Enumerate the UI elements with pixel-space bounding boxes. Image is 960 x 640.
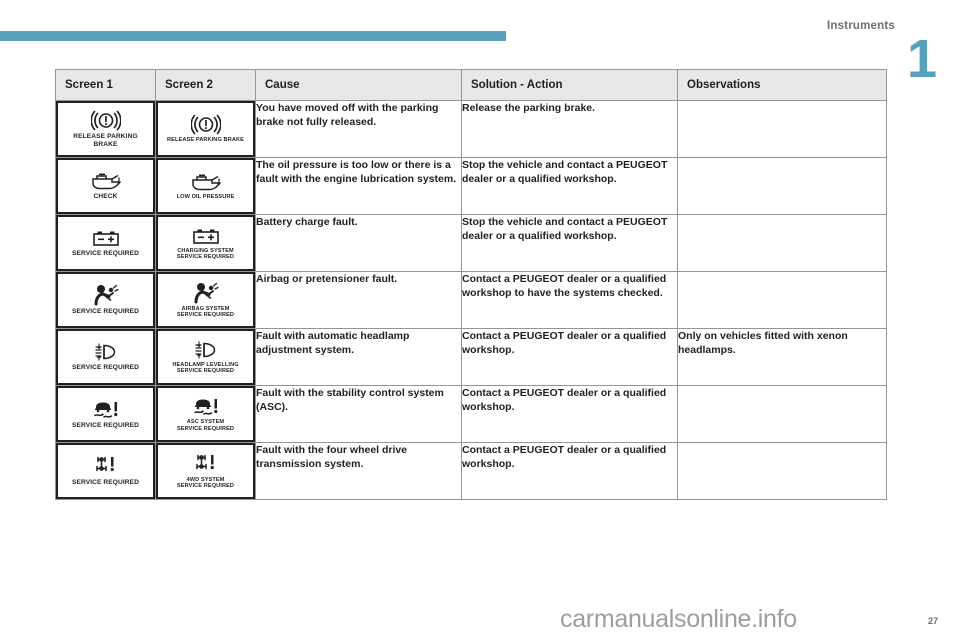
headlamp-levelling-icon [192, 340, 220, 360]
page-number: 27 [927, 616, 938, 626]
cell-solution-action: Stop the vehicle and contact a PEUGEOT d… [461, 157, 678, 215]
airbag-icon [93, 284, 119, 306]
cell-screen-1: SERVICE REQUIRED [55, 442, 156, 500]
warning-pictogram-tile: HEADLAMP LEVELLING SERVICE REQUIRED [156, 329, 255, 385]
cell-screen-2: AIRBAG SYSTEM SERVICE REQUIRED [155, 271, 256, 329]
table-row: RELEASE PARKING BRAKE RELEASE PARKING BR… [55, 100, 887, 158]
cell-cause: Fault with automatic headlamp adjustment… [255, 328, 462, 386]
table-body: RELEASE PARKING BRAKE RELEASE PARKING BR… [55, 100, 887, 500]
cell-solution-action: Release the parking brake. [461, 100, 678, 158]
battery-icon [191, 226, 221, 246]
cell-observations [677, 442, 887, 500]
warning-pictogram-tile: SERVICE REQUIRED [56, 215, 155, 271]
cell-screen-1: SERVICE REQUIRED [55, 385, 156, 443]
pictogram-label: CHARGING SYSTEM SERVICE REQUIRED [176, 247, 235, 260]
column-header-observations: Observations [677, 69, 887, 101]
cell-solution-action: Contact a PEUGEOT dealer or a qualified … [461, 385, 678, 443]
cell-cause: Fault with the four wheel drive transmis… [255, 442, 462, 500]
column-header-cause: Cause [255, 69, 462, 101]
cell-screen-1: RELEASE PARKING BRAKE [55, 100, 156, 158]
site-watermark: carmanualsonline.info [560, 605, 797, 633]
cell-screen-1: SERVICE REQUIRED [55, 328, 156, 386]
pictogram-label: CHECK [93, 193, 118, 201]
pictogram-label: SERVICE REQUIRED [71, 364, 140, 372]
pictogram-label: SERVICE REQUIRED [71, 421, 140, 429]
pictogram-label: HEADLAMP LEVELLING SERVICE REQUIRED [172, 361, 239, 374]
warning-pictogram-tile: ASC SYSTEM SERVICE REQUIRED [156, 386, 255, 442]
pictogram-label: 4WD SYSTEM SERVICE REQUIRED [176, 476, 235, 489]
cell-observations [677, 157, 887, 215]
page-title: Instruments [826, 20, 895, 32]
warning-pictogram-tile: CHARGING SYSTEM SERVICE REQUIRED [156, 215, 255, 271]
cell-cause: Fault with the stability control system … [255, 385, 462, 443]
cell-screen-1: SERVICE REQUIRED [55, 214, 156, 272]
warning-pictogram-tile: RELEASE PARKING BRAKE [56, 101, 155, 157]
cell-cause: Airbag or pretensioner fault. [255, 271, 462, 329]
table-row: SERVICE REQUIRED 4WD SYSTEM SERVICE REQU… [55, 442, 887, 500]
warning-pictogram-tile: 4WD SYSTEM SERVICE REQUIRED [156, 443, 255, 499]
warning-messages-table-wrapper: Screen 1 Screen 2 Cause Solution - Actio… [55, 69, 887, 500]
cell-cause: The oil pressure is too low or there is … [255, 157, 462, 215]
cell-screen-1: SERVICE REQUIRED [55, 271, 156, 329]
cell-screen-2: CHARGING SYSTEM SERVICE REQUIRED [155, 214, 256, 272]
battery-icon [91, 228, 121, 248]
pictogram-label: AIRBAG SYSTEM SERVICE REQUIRED [176, 305, 235, 318]
cell-observations [677, 385, 887, 443]
cell-screen-1: CHECK [55, 157, 156, 215]
cell-screen-2: HEADLAMP LEVELLING SERVICE REQUIRED [155, 328, 256, 386]
column-header-solution-action: Solution - Action [461, 69, 678, 101]
table-header-row: Screen 1 Screen 2 Cause Solution - Actio… [55, 69, 887, 101]
cell-screen-2: LOW OIL PRESSURE [155, 157, 256, 215]
four-wheel-drive-icon [192, 453, 220, 475]
cell-solution-action: Contact a PEUGEOT dealer or a qualified … [461, 328, 678, 386]
pictogram-label: SERVICE REQUIRED [71, 308, 140, 316]
table-row: SERVICE REQUIRED AIRBAG SYSTEM SERVICE R… [55, 271, 887, 329]
warning-pictogram-tile: SERVICE REQUIRED [56, 329, 155, 385]
chapter-number-tab: 1 [906, 29, 938, 89]
column-header-screen-2: Screen 2 [155, 69, 256, 101]
parking-brake-icon [90, 110, 121, 131]
cell-screen-2: RELEASE PARKING BRAKE [155, 100, 256, 158]
stability-control-icon [91, 399, 121, 420]
cell-screen-2: 4WD SYSTEM SERVICE REQUIRED [155, 442, 256, 500]
warning-pictogram-tile: LOW OIL PRESSURE [156, 158, 255, 214]
stability-control-icon [191, 396, 221, 417]
warning-pictogram-tile: SERVICE REQUIRED [56, 443, 155, 499]
oil-can-icon [189, 172, 223, 192]
warning-pictogram-tile: CHECK [56, 158, 155, 214]
table-row: SERVICE REQUIRED CHARGING SYSTEM SERVICE… [55, 214, 887, 272]
warning-pictogram-tile: RELEASE PARKING BRAKE [156, 101, 255, 157]
pictogram-label: RELEASE PARKING BRAKE [167, 137, 244, 144]
pictogram-label: SERVICE REQUIRED [71, 479, 140, 487]
table-row: CHECK LOW OIL PRESSURE The oil pressure i… [55, 157, 887, 215]
warning-pictogram-tile: AIRBAG SYSTEM SERVICE REQUIRED [156, 272, 255, 328]
pictogram-label: ASC SYSTEM SERVICE REQUIRED [176, 419, 235, 432]
cell-screen-2: ASC SYSTEM SERVICE REQUIRED [155, 385, 256, 443]
cell-solution-action: Contact a PEUGEOT dealer or a qualified … [461, 271, 678, 329]
pictogram-label: LOW OIL PRESSURE [176, 193, 235, 200]
warning-pictogram-tile: SERVICE REQUIRED [56, 272, 155, 328]
headlamp-levelling-icon [92, 342, 120, 362]
warning-messages-table: Screen 1 Screen 2 Cause Solution - Actio… [55, 69, 887, 500]
table-row: SERVICE REQUIRED HEADLAMP LEVELLING SERV… [55, 328, 887, 386]
column-header-screen-1: Screen 1 [55, 69, 156, 101]
pictogram-label: SERVICE REQUIRED [71, 250, 140, 258]
cell-cause: Battery charge fault. [255, 214, 462, 272]
pictogram-label: RELEASE PARKING BRAKE [73, 132, 138, 148]
oil-can-icon [89, 171, 123, 191]
cell-solution-action: Contact a PEUGEOT dealer or a qualified … [461, 442, 678, 500]
four-wheel-drive-icon [92, 455, 120, 477]
cell-observations [677, 100, 887, 158]
cell-observations [677, 271, 887, 329]
parking-brake-icon [190, 114, 221, 135]
table-row: SERVICE REQUIRED ASC SYSTEM SERVICE REQU… [55, 385, 887, 443]
cell-observations: Only on vehicles fitted with xenon headl… [677, 328, 887, 386]
header-accent-band [0, 31, 506, 41]
cell-cause: You have moved off with the parking brak… [255, 100, 462, 158]
warning-pictogram-tile: SERVICE REQUIRED [56, 386, 155, 442]
cell-solution-action: Stop the vehicle and contact a PEUGEOT d… [461, 214, 678, 272]
cell-observations [677, 214, 887, 272]
airbag-icon [193, 282, 219, 304]
